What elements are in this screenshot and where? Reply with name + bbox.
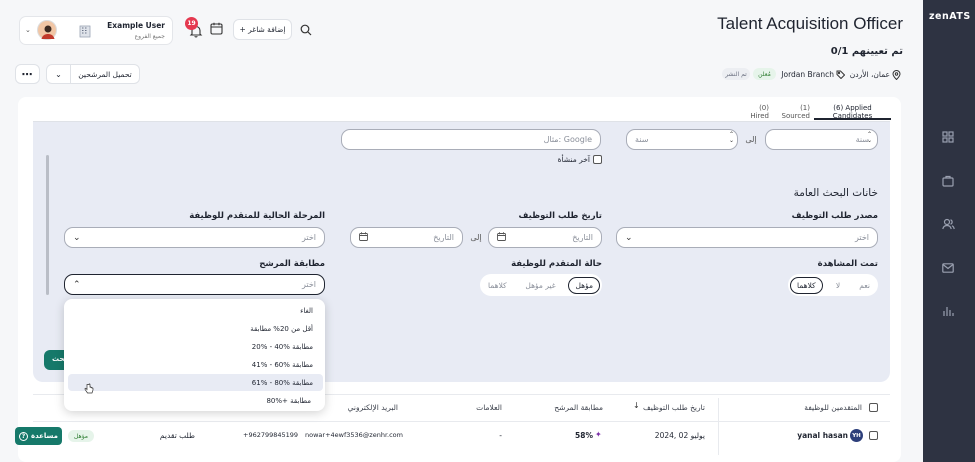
year-to-label: إلى [745,135,757,144]
tab-sourced[interactable]: (1) Sourced [774,104,811,120]
status-published-badge: تم النشر [722,68,750,80]
sparkle-icon: ✦ [595,430,602,439]
candidate-phone: +962799845199 [243,431,299,439]
user-branch-scope: جميع الفروع [134,33,165,40]
help-button[interactable]: ? مساعدة [15,427,62,445]
zenats-logo[interactable]: zenATS [929,11,971,22]
table-header-border [33,421,890,422]
col-marks[interactable]: العلامات [450,403,502,412]
company-field[interactable]: مثال: Google [341,129,601,150]
help-icon: ? [18,431,28,441]
dashboard-icon[interactable] [940,129,956,145]
candidate-initials-avatar: YH [850,429,863,442]
col-email[interactable]: البريد الإلكتروني [330,403,398,412]
stage-select[interactable]: ⌄ اختر [64,227,325,248]
match-label: مطابقة المرشح [259,259,325,269]
match-option-41-60[interactable]: 41% - 60% مطابقة [252,361,313,369]
chevron-down-icon[interactable]: ⌄ [47,65,71,83]
chevron-down-icon[interactable]: ⌄ [25,26,31,34]
viewed-label: تمت المشاهدة [817,259,878,269]
tab-hired[interactable]: (0) Hired [739,104,769,120]
match-select[interactable]: ⌃ اختر [64,274,325,295]
applicant-status-toggle[interactable]: مؤهل غير مؤهل كلاهما [480,274,602,296]
match-option-under-20[interactable]: أقل من 20% مطابقة [250,325,313,333]
mail-icon[interactable] [940,260,956,276]
source-label: مصدر طلب التوظيف [791,211,878,221]
viewed-toggle[interactable]: نعم لا كلاهما [788,274,878,296]
job-title: Talent Acquisition Officer [717,14,903,33]
tag-icon [836,70,846,80]
match-option-cancel[interactable]: الغاء [300,307,313,315]
match-option-over-80[interactable]: 80%+ مطابقة [266,397,311,405]
briefcase-icon[interactable] [940,173,956,189]
download-candidates-label: تحميل المرشحين [78,69,132,79]
date-to-label: إلى [470,233,482,242]
year-from-field[interactable]: سنة ⌃ ⌄ [765,129,878,150]
select-all-checkbox[interactable] [869,403,878,412]
reports-icon[interactable] [940,303,956,319]
application-source: طلب تقديم [159,431,195,440]
col-applicants[interactable]: المتقدمين للوظيفة [770,403,862,412]
row-checkbox[interactable] [869,431,878,440]
year-to-field[interactable]: ⌃ ⌄ سنة [626,129,738,150]
match-option-61-80[interactable]: 61% - 80% مطابقة [252,379,313,387]
stepper-icon[interactable]: ⌃ ⌄ [729,132,734,144]
date-label: تاريخ طلب التوظيف [518,211,603,221]
chevron-down-icon: ⌄ [625,232,633,243]
date-from-field[interactable]: التاريخ [488,227,602,248]
avatar[interactable] [37,20,57,40]
application-date: يوليو 02 ,2024 [654,431,705,440]
status-option-unqualified[interactable]: غير مؤهل [519,281,561,290]
filter-scrollbar[interactable] [46,155,49,295]
candidate-name[interactable]: yanal hasan [790,431,848,440]
status-open-badge: مُعلن [753,68,776,80]
job-branch: Jordan Branch [781,70,834,79]
last-facility-checkbox[interactable] [593,155,602,164]
status-option-both[interactable]: كلاهما [482,281,513,290]
branch-building-icon [78,24,92,38]
match-value: 58% [575,431,593,440]
marks-value: - [499,431,502,440]
viewed-option-no[interactable]: لا [830,281,846,290]
stage-label: المرحلة الحالية للمتقدم للوظيفة [189,211,325,221]
viewed-option-yes[interactable]: نعم [853,281,876,290]
download-candidates-button[interactable]: ⌄ تحميل المرشحين [46,64,140,84]
notification-count-badge: 19 [185,17,198,30]
user-name: Example User [107,21,165,30]
applicant-status-label: حالة المتقدم للوظيفة [511,259,602,269]
general-fields-title: خانات البحث العامة [793,187,878,199]
last-facility-label: آخر منشأة [557,155,590,164]
chevron-up-icon: ⌃ [73,279,81,290]
stepper-icon[interactable]: ⌃ ⌄ [867,132,872,144]
search-icon[interactable] [300,24,313,37]
calendar-icon [497,232,506,243]
col-date[interactable]: تاريخ طلب التوظيف [640,403,705,412]
status-option-qualified[interactable]: مؤهل [568,276,600,294]
hires-count: 0/1 تم تعيينهم [830,46,903,57]
candidate-email[interactable]: nowar+4ewf3536@zenhr.com [305,431,403,439]
date-to-field[interactable]: التاريخ [350,227,463,248]
match-dropdown-menu: الغاء أقل من 20% مطابقة 20% - 40% مطابقة… [64,299,325,411]
more-options-button[interactable]: ⋯ [15,64,40,84]
viewed-option-both[interactable]: كلاهما [790,276,823,294]
col-match[interactable]: مطابقة المرشح [540,403,603,412]
add-talent-button[interactable]: + إضافة شاغر [233,19,292,40]
chevron-down-icon: ⌄ [73,232,81,243]
active-tab-underline [814,118,891,120]
location-pin-icon [892,70,902,81]
hand-cursor-icon [84,383,94,395]
match-option-20-40[interactable]: 20% - 40% مطابقة [252,343,313,351]
users-icon[interactable] [940,216,956,232]
sort-arrow-icon[interactable]: ↓ [633,401,640,410]
calendar-icon[interactable] [210,22,224,36]
status-badge: مؤهل [68,430,94,442]
calendar-icon [359,232,368,243]
source-select[interactable]: ⌄ اختر [616,227,878,248]
